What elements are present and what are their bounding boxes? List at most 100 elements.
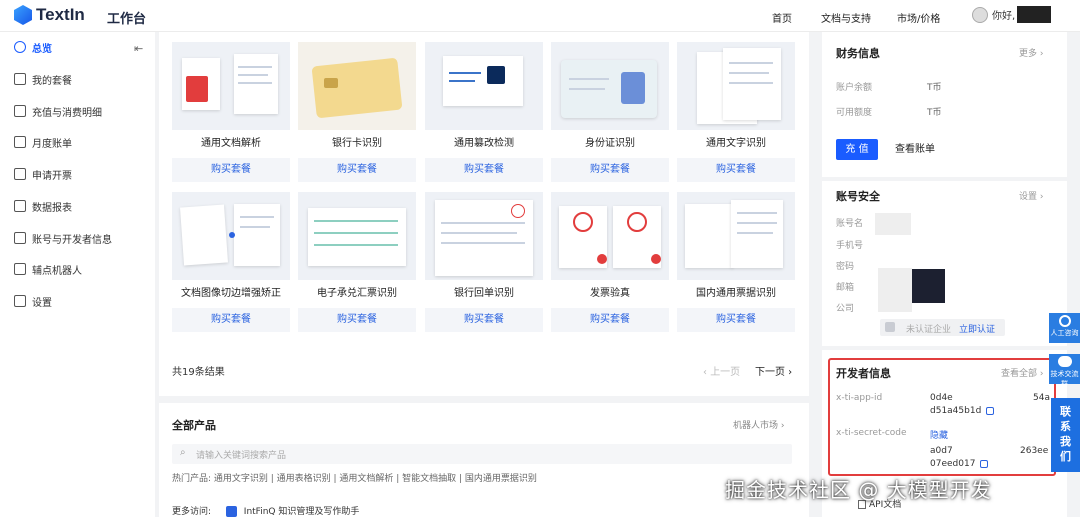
group-float[interactable]: 技术交流群	[1049, 354, 1080, 388]
security-settings-link[interactable]: 设置 ›	[1019, 189, 1043, 202]
recharge-button[interactable]: 充 值	[836, 139, 878, 160]
sidebar-item-0[interactable]: 总览	[14, 37, 52, 57]
credit-unit: T币	[927, 108, 942, 118]
sidebar-item-3[interactable]: 月度账单	[14, 132, 72, 152]
product-thumbnail	[425, 42, 543, 130]
secret-line2-text: 07eed017	[930, 459, 976, 469]
sidebar-item-label: 月度账单	[32, 138, 72, 150]
field-email: 邮箱	[836, 283, 855, 293]
field-phone: 手机号	[836, 241, 864, 251]
account-redacted	[875, 213, 911, 235]
sidebar-item-label: 辅点机器人	[32, 265, 82, 277]
sidebar-item-8[interactable]: 设置	[14, 291, 52, 311]
cert-status: 未认证企业	[906, 325, 952, 335]
secret-line1: a0d7	[930, 446, 953, 456]
headset-icon	[1058, 315, 1071, 327]
product-title: 银行回单识别	[454, 288, 514, 299]
product-card[interactable]: 通用文字识别购买套餐	[677, 42, 795, 182]
product-card[interactable]: 国内通用票据识别 购买套餐	[677, 192, 795, 332]
nav-market-pricing[interactable]: 市场/价格	[897, 10, 940, 25]
product-card[interactable]: 银行卡识别 购买套餐	[298, 42, 416, 182]
field-company: 公司	[836, 304, 855, 314]
product-card[interactable]: 发票验真 购买套餐	[551, 192, 669, 332]
finance-more-link[interactable]: 更多 ›	[1019, 46, 1043, 59]
next-page-button[interactable]: 下一页 ›	[755, 363, 792, 378]
buy-package-button[interactable]: 购买套餐	[298, 158, 416, 182]
product-card[interactable]: 文档图像切边增强矫正 购买套餐	[172, 192, 290, 332]
buy-package-button[interactable]: 购买套餐	[298, 308, 416, 332]
buy-package-button[interactable]: 购买套餐	[425, 158, 543, 182]
secret-line1-tail: 263ee	[1020, 446, 1049, 456]
security-title: 账号安全	[836, 190, 880, 203]
collapse-sidebar-icon[interactable]: ⇤	[134, 42, 143, 55]
sidebar-item-4[interactable]: 申请开票	[14, 164, 72, 184]
product-card[interactable]: 通用文档解析 购买套餐	[172, 42, 290, 182]
copy-app-id-icon[interactable]	[986, 406, 995, 415]
buy-package-button[interactable]: 购买套餐	[172, 308, 290, 332]
buy-package-button[interactable]: 购买套餐	[551, 308, 669, 332]
sidebar-item-1[interactable]: 我的套餐	[14, 69, 72, 89]
finance-more-label: 更多	[1019, 49, 1038, 59]
developer-view-all[interactable]: 查看全部 ›	[1001, 366, 1043, 379]
hide-secret-link[interactable]: 隐藏	[930, 428, 948, 441]
sidebar-item-6[interactable]: 账号与开发者信息	[14, 228, 112, 248]
buy-package-button[interactable]: 购买套餐	[551, 158, 669, 182]
result-count: 共19条结果	[172, 367, 225, 378]
product-card[interactable]: 身份证识别 购买套餐	[551, 42, 669, 182]
settings-icon	[14, 295, 26, 307]
nav-home[interactable]: 首页	[772, 10, 792, 25]
copy-secret-icon[interactable]	[980, 459, 989, 468]
contact-us-button[interactable]: 联系我们	[1051, 398, 1080, 472]
email-redacted-dark	[912, 269, 945, 303]
contact-char: 联	[1060, 405, 1071, 418]
sidebar-item-label: 账号与开发者信息	[32, 234, 112, 246]
service-float[interactable]: 人工咨询	[1049, 313, 1080, 343]
user-menu[interactable]: 你好,	[972, 6, 1052, 23]
buy-package-button[interactable]: 购买套餐	[677, 158, 795, 182]
developer-title: 开发者信息	[836, 367, 891, 380]
more-visit-label: 更多访问:	[172, 507, 212, 517]
certify-now-link[interactable]: 立即认证	[959, 322, 995, 335]
search-placeholder: 请输入关键词搜索产品	[196, 451, 287, 461]
sidebar-item-label: 数据报表	[32, 202, 72, 214]
secret-line2: 07eed017	[930, 459, 989, 469]
product-card[interactable]: 电子承兑汇票识别 购买套餐	[298, 192, 416, 332]
product-card[interactable]: 银行回单识别购买套餐	[425, 192, 543, 332]
certification-bar: 未认证企业 立即认证	[880, 319, 1005, 336]
field-password: 密码	[836, 262, 855, 272]
email-redacted-light	[878, 268, 912, 312]
robot-market-link[interactable]: 机器人市场 ›	[733, 418, 784, 431]
app-id-line1: 0d4e	[930, 393, 953, 403]
sidebar-item-5[interactable]: 数据报表	[14, 196, 72, 216]
product-title: 通用文字识别	[706, 138, 766, 149]
sidebar-item-7[interactable]: 辅点机器人	[14, 259, 82, 279]
secret-label: x-ti-secret-code	[836, 428, 907, 438]
product-card[interactable]: 通用篡改检测 购买套餐	[425, 42, 543, 182]
dashboard-icon	[14, 41, 26, 53]
product-thumbnail	[172, 42, 290, 130]
prev-page-button[interactable]: ‹ 上一页	[703, 363, 740, 378]
avatar	[972, 6, 988, 23]
sidebar-item-label: 总览	[32, 43, 52, 55]
product-search-input[interactable]: ⌕ 请输入关键词搜索产品	[172, 444, 792, 464]
next-page-label: 下一页	[755, 367, 785, 378]
invoice-icon	[14, 168, 26, 180]
hot-products[interactable]: 热门产品: 通用文字识别 | 通用表格识别 | 通用文档解析 | 智能文档抽取 …	[172, 471, 537, 484]
group-label: 技术交流群	[1050, 370, 1079, 388]
username-redacted	[1017, 6, 1052, 23]
buy-package-button[interactable]: 购买套餐	[172, 158, 290, 182]
buy-package-button[interactable]: 购买套餐	[425, 308, 543, 332]
top-header: TextIn 工作台 首页 文档与支持 市场/价格 你好,	[0, 0, 1080, 32]
view-bill-button[interactable]: 查看账单	[890, 139, 940, 160]
service-label: 人工咨询	[1050, 329, 1079, 337]
contact-char: 我	[1060, 435, 1071, 448]
logo[interactable]: TextIn	[14, 5, 85, 25]
sidebar-item-2[interactable]: 充值与消费明细	[14, 101, 102, 121]
nav-docs[interactable]: 文档与支持	[821, 10, 871, 25]
buy-package-button[interactable]: 购买套餐	[677, 308, 795, 332]
product-thumbnail	[298, 192, 416, 280]
product-thumbnail	[551, 192, 669, 280]
user-greeting: 你好,	[992, 11, 1016, 22]
app-id-line2: d51a45b1d	[930, 406, 995, 416]
intfinq-link[interactable]: IntFinQ 知识管理及写作助手	[244, 507, 360, 517]
